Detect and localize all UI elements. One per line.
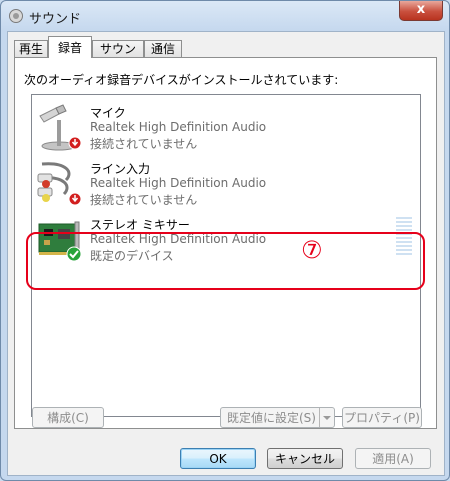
tab-recording[interactable]: 録音 — [48, 36, 92, 58]
close-button[interactable]: x — [399, 1, 443, 21]
apply-button[interactable]: 適用(A) — [355, 448, 431, 469]
device-item-stereo-mixer[interactable]: ステレオ ミキサー Realtek High Definition Audio … — [32, 212, 420, 268]
device-driver: Realtek High Definition Audio — [90, 232, 267, 246]
properties-button[interactable]: プロパティ(P) — [342, 407, 422, 428]
configure-button[interactable]: 構成(C) — [32, 407, 104, 428]
cancel-button[interactable]: キャンセル — [267, 448, 343, 469]
speaker-icon — [9, 9, 23, 23]
recording-panel: 次のオーディオ録音デバイスがインストールされています: マイク Realtek … — [14, 57, 437, 429]
set-default-label: 既定値に設定(S) — [227, 411, 316, 425]
device-item-line-in[interactable]: ライン入力 Realtek High Definition Audio 接続され… — [32, 156, 420, 212]
tab-playback[interactable]: 再生 — [14, 40, 48, 57]
chevron-down-icon[interactable] — [319, 408, 334, 427]
tab-communications[interactable]: 通信 — [144, 40, 182, 57]
sound-dialog: サウンド x 再生 録音 サウンド 通信 次のオーディオ録音デバイスがインストー… — [0, 0, 450, 481]
set-default-button[interactable]: 既定値に設定(S) — [220, 407, 335, 428]
device-status: 接続されていません — [90, 193, 198, 207]
device-name: ステレオ ミキサー — [90, 218, 190, 232]
level-meter — [396, 217, 412, 257]
device-list[interactable]: マイク Realtek High Definition Audio 接続されてい… — [31, 94, 421, 417]
device-name: ライン入力 — [90, 162, 151, 176]
disconnected-badge — [68, 192, 82, 206]
dialog-client: 再生 録音 サウンド 通信 次のオーディオ録音デバイスがインストールされています… — [7, 31, 445, 476]
device-status: 接続されていません — [90, 137, 198, 151]
annotation-step-marker: ⑦ — [301, 236, 323, 264]
device-driver: Realtek High Definition Audio — [90, 176, 267, 190]
device-name: マイク — [90, 106, 126, 120]
ok-button[interactable]: OK — [180, 448, 256, 469]
device-driver: Realtek High Definition Audio — [90, 120, 267, 134]
device-item-microphone[interactable]: マイク Realtek High Definition Audio 接続されてい… — [32, 100, 420, 156]
default-check-badge — [66, 246, 82, 262]
disconnected-badge — [68, 136, 82, 150]
device-status: 既定のデバイス — [90, 249, 174, 263]
window-title: サウンド — [29, 12, 82, 27]
tab-sounds[interactable]: サウンド — [92, 40, 144, 73]
title-bar[interactable]: サウンド x — [1, 1, 449, 31]
close-icon: x — [416, 2, 426, 17]
instruction-text: 次のオーディオ録音デバイスがインストールされています: — [24, 73, 339, 87]
